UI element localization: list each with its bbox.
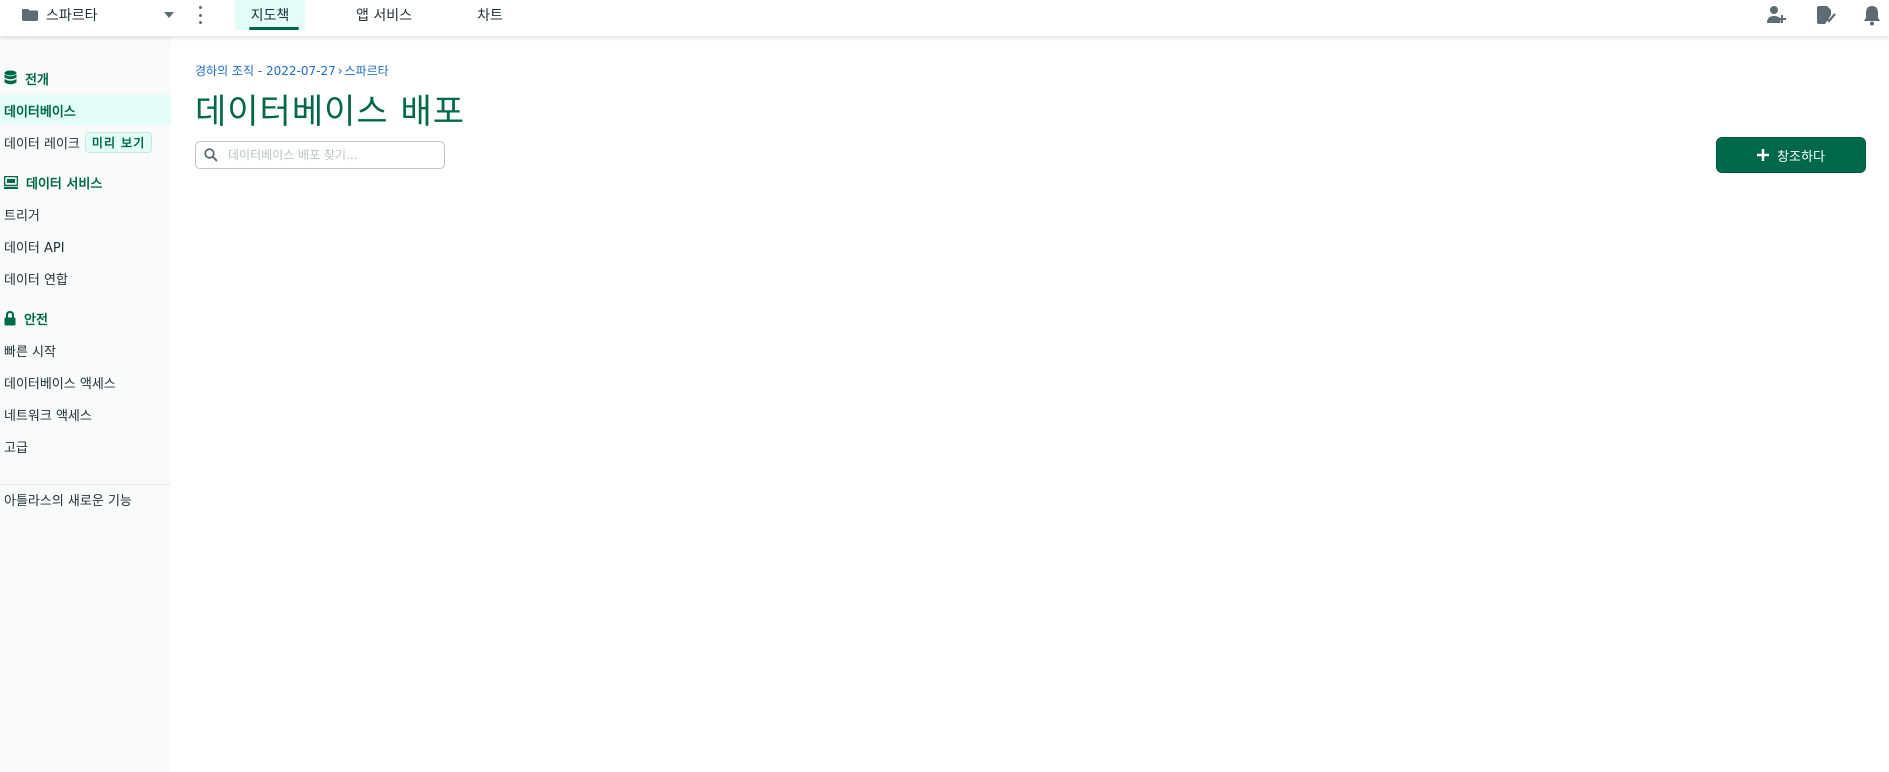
search-input[interactable] [226,147,430,163]
sidebar-item-database[interactable]: 데이터베이스 [0,95,171,125]
sidebar-item-database-access[interactable]: 데이터베이스 액세스 [0,367,171,397]
sidebar-item-label: 트리거 [4,208,40,224]
section-heading: 안전 [24,312,48,328]
tab-label: 지도책 [250,8,290,24]
section-heading: 전개 [25,72,49,88]
sidebar-section-security: 안전 [4,308,48,328]
breadcrumb-separator: › [337,64,343,78]
project-selector[interactable]: 스파르타 [22,0,177,30]
monitor-icon [4,175,18,189]
sidebar-item-label: 네트워크 액세스 [4,408,92,424]
sidebar-item-label: 빠른 시작 [4,344,56,360]
lock-icon [4,310,16,325]
project-name: 스파르타 [46,8,98,24]
page-title: 데이터베이스 배포 [195,92,466,132]
sidebar-item-triggers[interactable]: 트리거 [0,199,171,229]
sidebar-item-label: 고급 [4,440,28,456]
search-box [195,141,445,169]
sidebar-item-label: 데이터 레이크 [4,136,80,152]
tab-atlas[interactable]: 지도책 [235,0,305,30]
sidebar-item-advanced[interactable]: 고급 [0,431,171,461]
sidebar-item-label: 아틀라스의 새로운 기능 [4,493,132,509]
section-heading: 데이터 서비스 [26,176,103,192]
plus-icon [1757,149,1770,161]
sidebar-item-data-federation[interactable]: 데이터 연합 [0,263,171,293]
tab-label: 앱 서비스 [356,8,412,24]
more-options-icon[interactable] [196,6,204,24]
breadcrumb-project-link[interactable]: 스파르타 [345,64,389,78]
preview-badge: 미리 보기 [84,131,153,153]
sidebar-item-whats-new[interactable]: 아틀라스의 새로운 기능 [0,484,171,514]
database-icon [4,70,17,85]
create-button[interactable]: 창조하다 [1716,137,1866,173]
caret-down-icon[interactable] [164,11,174,19]
sidebar-item-network-access[interactable]: 네트워크 액세스 [0,399,171,429]
activity-feed-icon[interactable] [1813,3,1837,27]
tab-label: 차트 [477,8,503,24]
search-icon [204,148,218,162]
sidebar-item-data-api[interactable]: 데이터 API [0,231,171,261]
top-navbar: 스파르타 지도책 앱 서비스 차트 [0,0,1889,36]
sidebar-item-label: 데이터베이스 [4,104,76,120]
sidebar-item-quickstart[interactable]: 빠른 시작 [0,335,171,365]
sidebar: 전개 데이터베이스 데이터 레이크 미리 보기 데이터 서비스 트리거 데이터 … [0,36,171,772]
sidebar-item-label: 데이터 API [4,240,65,256]
tab-app-services[interactable]: 앱 서비스 [348,0,420,30]
sidebar-item-label: 데이터베이스 액세스 [4,376,116,392]
sidebar-item-data-lake[interactable]: 데이터 레이크 미리 보기 [0,127,171,157]
tab-charts[interactable]: 차트 [470,0,510,30]
breadcrumb: 경하의 조직 - 2022-07-27 › 스파르타 [195,62,389,79]
folder-icon [22,9,38,21]
sidebar-section-deployment: 전개 [4,68,49,88]
notification-bell-icon[interactable] [1860,3,1884,27]
breadcrumb-org-link[interactable]: 경하의 조직 - 2022-07-27 [195,64,336,78]
sidebar-item-label: 데이터 연합 [4,272,68,288]
sidebar-section-data-services: 데이터 서비스 [4,172,102,192]
create-button-label: 창조하다 [1777,149,1825,165]
invite-user-icon[interactable] [1765,3,1789,27]
